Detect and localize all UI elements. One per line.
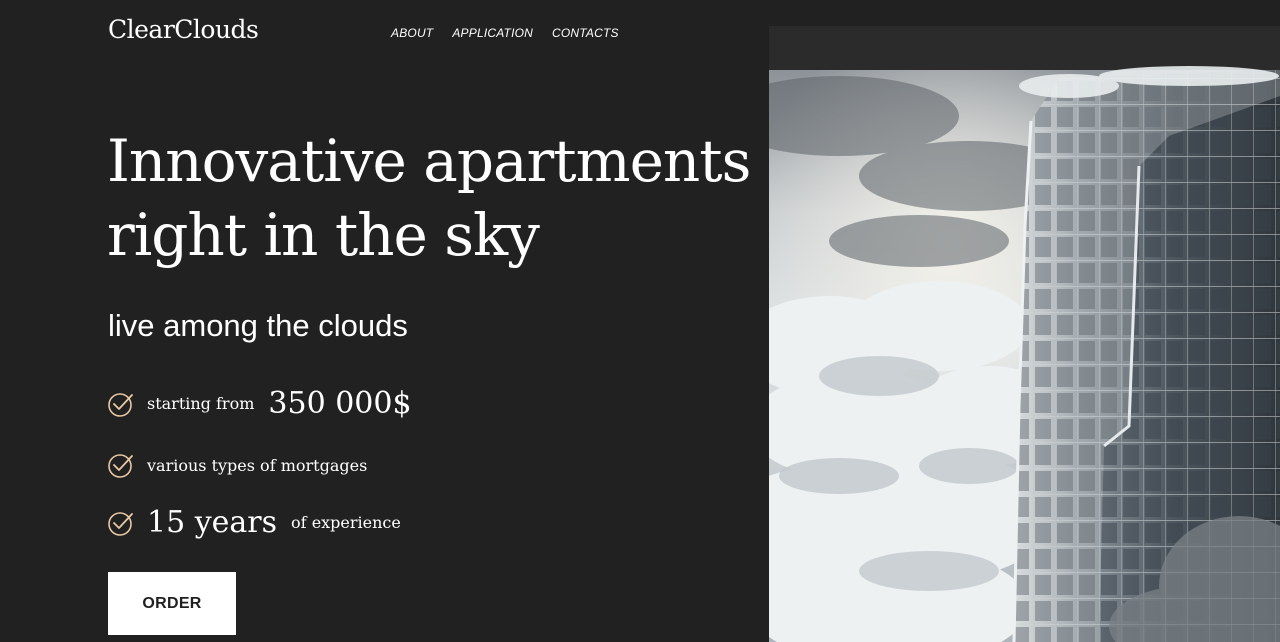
main-nav: ABOUT APPLICATION CONTACTS bbox=[391, 26, 619, 40]
check-circle-icon bbox=[108, 511, 133, 536]
sky-scene bbox=[769, 66, 1280, 642]
hero-image-skyscraper-clouds bbox=[769, 26, 1280, 642]
hero-title-line1: Innovative apartments bbox=[107, 127, 751, 195]
feature-experience: 15 years of experience bbox=[108, 505, 401, 540]
feature-experience-value: 15 years bbox=[147, 505, 278, 540]
nav-contacts-link[interactable]: CONTACTS bbox=[552, 26, 619, 40]
hero-title: Innovative apartments right in the sky bbox=[107, 124, 751, 272]
feature-price-value: 350 000$ bbox=[268, 386, 412, 421]
hero-subtitle: live among the clouds bbox=[108, 308, 408, 343]
feature-mortgages-text: various types of mortgages bbox=[147, 455, 368, 475]
nav-application-link[interactable]: APPLICATION bbox=[452, 26, 533, 40]
order-button[interactable]: ORDER bbox=[108, 572, 236, 635]
feature-experience-suffix: of experience bbox=[291, 513, 401, 532]
check-circle-icon bbox=[108, 454, 133, 478]
nav-about-link[interactable]: ABOUT bbox=[391, 26, 433, 40]
feature-price-prefix: starting from bbox=[147, 394, 255, 413]
feature-mortgages: various types of mortgages bbox=[108, 452, 367, 478]
logo[interactable]: ClearClouds bbox=[108, 15, 259, 44]
feature-price: starting from 350 000$ bbox=[108, 386, 426, 421]
check-circle-icon bbox=[108, 392, 133, 417]
header-strip bbox=[769, 0, 1280, 26]
hero-title-line2: right in the sky bbox=[107, 201, 540, 269]
